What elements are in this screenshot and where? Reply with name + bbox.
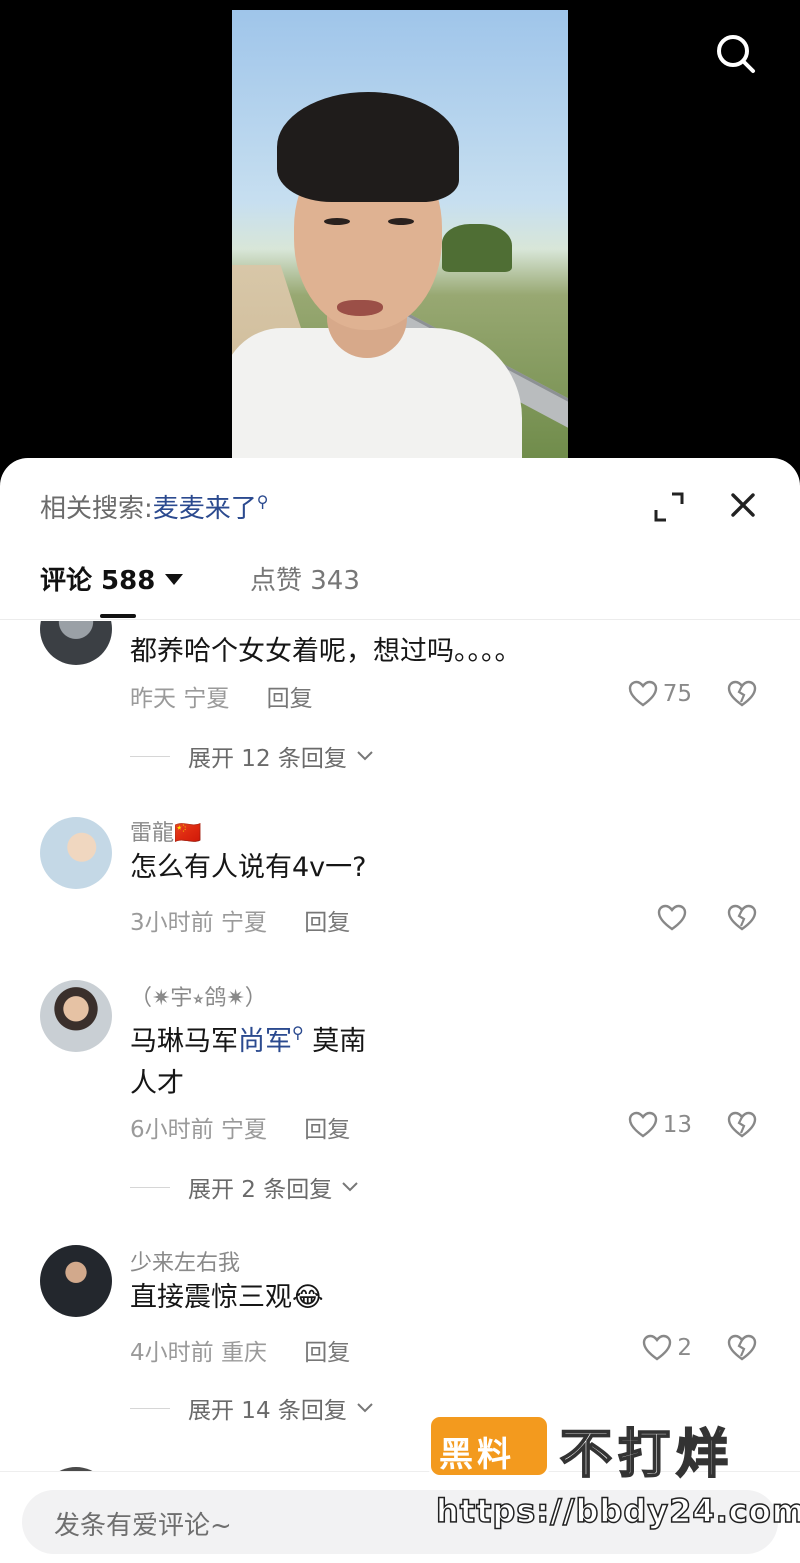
related-search[interactable]: 相关搜索:麦麦来了⚲ (40, 488, 269, 525)
avatar[interactable] (40, 1245, 112, 1317)
list-item: （✷宇⭒鸽✷） 马琳马军尚军⚲ 莫南 人才 6小时前 宁夏 回复 13 展开 2… (0, 976, 800, 1206)
search-link[interactable]: 尚军 (238, 1026, 292, 1057)
comment-meta: 4小时前 重庆 回复 (130, 1340, 351, 1366)
watermark-badge: 黑料 (428, 1414, 550, 1478)
comment-input-placeholder: 发条有爱评论~ (54, 1511, 232, 1541)
app-screen: 相关搜索:麦麦来了⚲ 评论 588 点赞 343 都养哈个女女着呢，想过吗。。。… (0, 0, 800, 1563)
close-icon[interactable] (726, 488, 760, 522)
heart-icon (657, 904, 687, 931)
chevron-down-icon (342, 1182, 358, 1192)
comment-meta: 6小时前 宁夏 回复 (130, 1117, 351, 1143)
watermark-text: 不打烊 (559, 1424, 735, 1486)
like-button[interactable]: 13 (627, 1109, 692, 1141)
like-count: 13 (662, 1112, 692, 1138)
comment-tabs: 评论 588 点赞 343 (0, 554, 800, 620)
expand-replies[interactable]: 展开 2 条回复 (130, 1170, 360, 1204)
comment-text: 直接震惊三观😂 (130, 1282, 324, 1313)
expand-replies[interactable]: 展开 12 条回复 (130, 739, 375, 773)
broken-heart-icon[interactable] (726, 1332, 758, 1364)
reply-button[interactable]: 回复 (267, 686, 313, 712)
like-button[interactable]: 2 (641, 1332, 692, 1364)
like-button[interactable] (656, 902, 692, 934)
avatar[interactable] (40, 621, 112, 665)
broken-heart-icon[interactable] (726, 1109, 758, 1141)
comment-username[interactable]: 雷龍🇨🇳 (130, 815, 201, 847)
caret-down-icon (165, 574, 184, 585)
tab-comments[interactable]: 评论 588 (40, 560, 184, 597)
video-player[interactable] (232, 10, 568, 470)
watermark-url: https://bbdy24.com (435, 1491, 800, 1531)
comment-text: 怎么有人说有4v一? (130, 852, 367, 883)
list-item: 少来左右我 直接震惊三观😂 4小时前 重庆 回复 2 展开 14 条回复 (0, 1241, 800, 1441)
reply-button[interactable]: 回复 (304, 1340, 350, 1366)
fullscreen-icon[interactable] (652, 490, 686, 524)
comments-sheet: 相关搜索:麦麦来了⚲ 评论 588 点赞 343 都养哈个女女着呢，想过吗。。。… (0, 458, 800, 1563)
reply-button[interactable]: 回复 (304, 1117, 350, 1143)
expand-replies[interactable]: 展开 14 条回复 (130, 1391, 375, 1425)
comment-username[interactable]: 少来左右我 (130, 1245, 240, 1277)
heart-icon (628, 680, 657, 707)
like-count: 2 (677, 1335, 692, 1361)
comment-username[interactable]: （✷宇⭒鸽✷） (130, 980, 267, 1012)
comment-list[interactable]: 都养哈个女女着呢，想过吗。。。。 昨天 宁夏 回复 75 展开 12 条回复 雷… (0, 621, 800, 1481)
like-count: 75 (662, 681, 692, 707)
comment-meta: 昨天 宁夏 回复 (130, 686, 313, 712)
chevron-down-icon (357, 1403, 373, 1413)
watermark: 黑料 不打烊 https://bbdy24.com (428, 1412, 800, 1542)
related-search-keyword[interactable]: 麦麦来了 (153, 494, 257, 524)
comment-meta: 3小时前 宁夏 回复 (130, 910, 351, 936)
list-item: 都养哈个女女着呢，想过吗。。。。 昨天 宁夏 回复 75 展开 12 条回复 (0, 621, 800, 781)
search-icon: ⚲ (292, 1023, 304, 1042)
avatar[interactable] (40, 817, 112, 889)
comment-text: 都养哈个女女着呢，想过吗。。。。 (130, 636, 522, 667)
comment-text: 马琳马军尚军⚲ 莫南 人才 (130, 1023, 367, 1099)
tab-likes[interactable]: 点赞 343 (250, 560, 360, 597)
active-tab-indicator (100, 614, 136, 618)
chevron-down-icon (357, 751, 373, 761)
search-icon[interactable] (714, 32, 758, 76)
related-search-prefix: 相关搜索: (40, 494, 153, 524)
broken-heart-icon[interactable] (726, 902, 758, 934)
broken-heart-icon[interactable] (726, 678, 758, 710)
list-item: 雷龍🇨🇳 怎么有人说有4v一? 3小时前 宁夏 回复 (0, 811, 800, 981)
reply-button[interactable]: 回复 (304, 910, 350, 936)
heart-icon (643, 1334, 672, 1361)
avatar[interactable] (40, 980, 112, 1052)
heart-icon (628, 1111, 657, 1138)
search-icon: ⚲ (256, 492, 269, 511)
like-button[interactable]: 75 (627, 678, 692, 710)
